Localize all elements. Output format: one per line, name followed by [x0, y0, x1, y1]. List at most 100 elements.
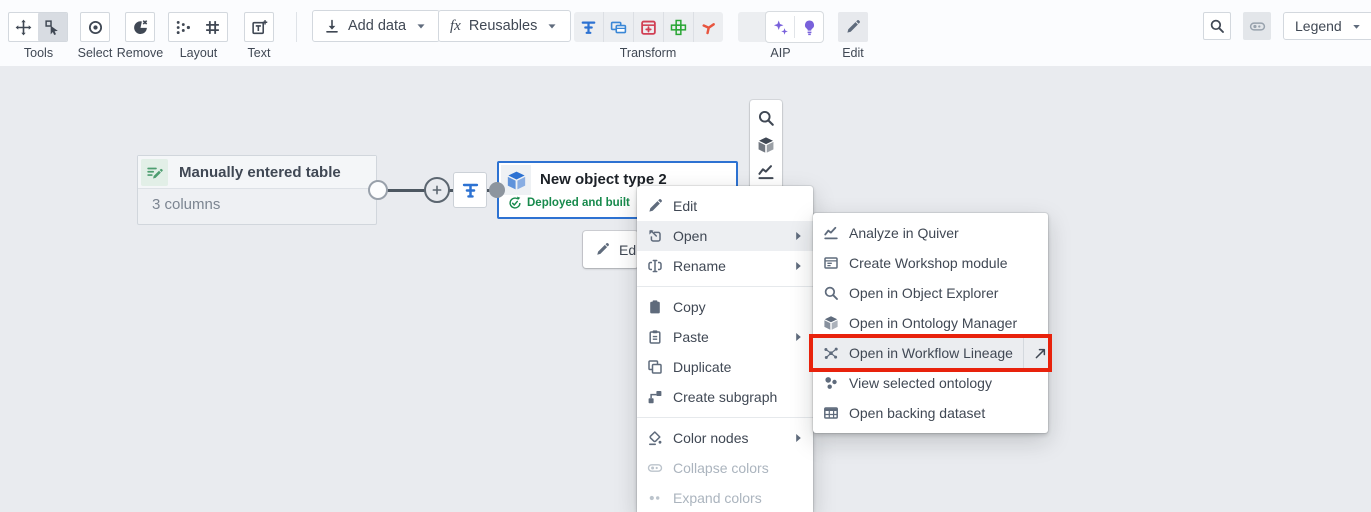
add-data-button[interactable]: Add data	[312, 10, 441, 42]
tools-button-group	[8, 12, 68, 42]
edit-node-label: Ed	[619, 241, 637, 258]
open-submenu: Analyze in Quiver Create Workshop module…	[813, 213, 1048, 433]
external-arrow-icon	[1033, 346, 1048, 361]
layout-dots-icon	[175, 19, 192, 36]
aip-group-label: AIP	[770, 46, 791, 60]
edit-mode-button[interactable]	[838, 12, 868, 42]
menu-item-copy[interactable]: Copy	[637, 292, 813, 322]
pencil-icon	[845, 19, 861, 35]
menu-item-duplicate[interactable]: Duplicate	[637, 352, 813, 382]
node-title: Manually entered table	[179, 163, 341, 181]
menu-divider	[637, 417, 813, 418]
menu-item-color-nodes[interactable]: Color nodes	[637, 423, 813, 453]
cross-table-button[interactable]	[664, 12, 693, 42]
output-port[interactable]	[368, 180, 388, 200]
submenu-item-analyze-in-quiver[interactable]: Analyze in Quiver	[813, 218, 1048, 248]
submenu-item-create-workshop-module[interactable]: Create Workshop module	[813, 248, 1048, 278]
layout-auto-button[interactable]	[169, 13, 198, 41]
reusables-button[interactable]: fx Reusables	[438, 10, 572, 42]
collapse-colors-toggle[interactable]	[1243, 12, 1271, 40]
pipeline-transform-icon	[461, 181, 480, 200]
menu-item-edit[interactable]: Edit	[637, 191, 813, 221]
input-port[interactable]	[489, 182, 505, 198]
move-icon	[15, 19, 32, 36]
cube-icon	[501, 165, 531, 195]
submenu-item-view-selected-ontology[interactable]: View selected ontology	[813, 368, 1048, 398]
search-button[interactable]	[1203, 12, 1231, 40]
menu-item-create-subgraph[interactable]: Create subgraph	[637, 382, 813, 412]
download-icon	[324, 18, 340, 34]
layered-tables-icon	[610, 19, 627, 36]
select-button[interactable]	[80, 12, 110, 42]
aip-button-group	[738, 12, 823, 42]
menu-item-rename[interactable]: Rename	[637, 251, 813, 281]
search-icon[interactable]	[757, 109, 775, 127]
layout-grid-button[interactable]	[198, 13, 227, 41]
clipboard-icon	[647, 299, 663, 315]
transform-node-button[interactable]	[453, 172, 487, 208]
context-menu: Edit Open Rename Copy Paste Duplicate Cr…	[637, 186, 813, 512]
menu-item-expand-colors: Expand colors	[637, 483, 813, 512]
pipeline-transform-icon	[580, 19, 597, 36]
ontology-cluster-icon	[823, 375, 839, 391]
node-side-toolbar	[750, 100, 782, 190]
add-data-label: Add data	[348, 18, 407, 34]
add-table-button[interactable]	[634, 12, 663, 42]
node-title: New object type 2	[540, 170, 667, 188]
chart-line-icon[interactable]	[757, 163, 775, 181]
aip-logo-button[interactable]	[738, 12, 766, 42]
legend-label: Legend	[1295, 18, 1342, 34]
branch-button[interactable]	[694, 12, 723, 42]
text-group-label: Text	[247, 46, 271, 60]
cross-table-icon	[670, 19, 687, 36]
lightbulb-icon	[801, 19, 818, 36]
search-icon	[1209, 18, 1225, 34]
remove-button[interactable]	[125, 12, 155, 42]
reusables-label: Reusables	[468, 18, 538, 34]
table-add-icon	[640, 19, 657, 36]
cube-icon[interactable]	[757, 136, 775, 154]
text-button[interactable]	[244, 12, 274, 42]
submenu-item-open-in-workflow-lineage[interactable]: Open in Workflow Lineage	[813, 338, 1048, 368]
aip-assist-button[interactable]	[766, 12, 794, 42]
menu-item-paste[interactable]: Paste	[637, 322, 813, 352]
add-node-button[interactable]	[424, 177, 450, 203]
collapsed-pill-icon	[647, 460, 663, 476]
submenu-item-open-in-ontology-manager[interactable]: Open in Ontology Manager	[813, 308, 1048, 338]
rename-icon	[647, 258, 663, 274]
menu-item-collapse-colors: Collapse colors	[637, 453, 813, 483]
subgraph-icon	[647, 389, 663, 405]
pipeline-transform-button[interactable]	[574, 12, 603, 42]
chevron-down-icon	[414, 19, 428, 33]
tools-group-label: Tools	[23, 46, 54, 60]
duplicate-icon	[647, 359, 663, 375]
manual-table-node[interactable]: Manually entered table 3 columns	[137, 155, 377, 225]
submenu-item-open-in-object-explorer[interactable]: Open in Object Explorer	[813, 278, 1048, 308]
pencil-icon	[647, 198, 663, 214]
select-cursor-icon	[44, 19, 61, 36]
move-tool-button[interactable]	[9, 13, 38, 41]
legend-button[interactable]: Legend	[1283, 12, 1371, 40]
join-tables-button[interactable]	[604, 12, 633, 42]
aip-active-segment	[766, 12, 823, 42]
aip-suggestions-button[interactable]	[795, 12, 823, 42]
caret-right-icon	[790, 228, 806, 244]
toolbar-divider	[296, 12, 297, 42]
two-dots-icon	[647, 490, 663, 506]
open-in-new-tab-button[interactable]	[1022, 338, 1057, 368]
dataset-table-icon	[823, 405, 839, 421]
transform-button-group	[574, 12, 723, 42]
text-icon	[251, 19, 268, 36]
select-tool-button[interactable]	[38, 13, 67, 41]
fx-icon: fx	[450, 17, 461, 34]
menu-item-open[interactable]: Open	[637, 221, 813, 251]
layout-group-label: Layout	[179, 46, 218, 60]
submenu-item-open-backing-dataset[interactable]: Open backing dataset	[813, 398, 1048, 428]
caret-right-icon	[790, 329, 806, 345]
remove-group-label: Remove	[116, 46, 164, 60]
plus-icon	[430, 183, 444, 197]
caret-right-icon	[790, 258, 806, 274]
edit-node-button[interactable]: Ed	[583, 231, 638, 268]
chart-line-icon	[823, 225, 839, 241]
node-subtitle: 3 columns	[152, 196, 221, 213]
